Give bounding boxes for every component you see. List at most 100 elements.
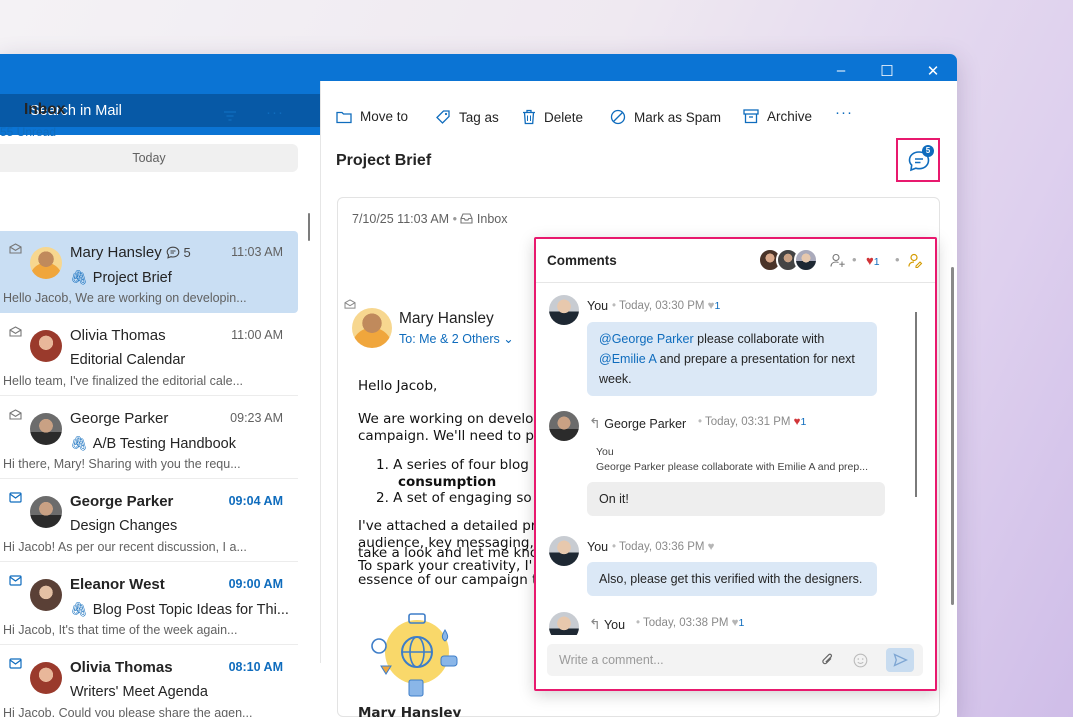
globe-illustration bbox=[371, 613, 458, 697]
preview: Hello team, I've finalized the editorial… bbox=[3, 374, 244, 388]
reply-icon: ↰ bbox=[589, 616, 601, 632]
subject: 🖇 Project Brief bbox=[70, 269, 172, 286]
comment-bubble: On it! bbox=[587, 482, 885, 516]
delete-label: Delete bbox=[544, 109, 584, 125]
comment-meta: • Today, 03:31 PM ♥1 bbox=[698, 416, 806, 428]
sender-avatar bbox=[352, 308, 392, 348]
comment-time: Today, 03:30 PM bbox=[619, 300, 705, 312]
close-icon[interactable]: ✕ bbox=[922, 62, 944, 80]
list-item-1-cont: consumption bbox=[398, 474, 497, 490]
envelope-icon[interactable] bbox=[9, 409, 22, 420]
comment-placeholder[interactable]: Write a comment... bbox=[559, 653, 664, 667]
comments-panel: Comments • ♥1 • You • Today, 03:30 PM ♥1… bbox=[534, 237, 937, 691]
received-time: 09:23 AM bbox=[230, 411, 283, 425]
tag-icon bbox=[436, 110, 450, 124]
comments-scrollbar[interactable] bbox=[915, 312, 917, 497]
comment-author-text: You bbox=[603, 618, 626, 632]
heart-icon: ♥ bbox=[866, 253, 874, 268]
list-item-1: 1. A series of four blog bbox=[376, 457, 529, 473]
comment-count-badge: 5 bbox=[922, 145, 934, 157]
preview: Hi Jacob, Could you please share the age… bbox=[3, 706, 253, 717]
subject-text: Project Brief bbox=[92, 270, 172, 286]
sender-name: George Parker bbox=[70, 410, 169, 427]
assign-person-icon[interactable] bbox=[907, 253, 923, 268]
message-date: 7/10/25 11:03 AM • Inbox bbox=[352, 212, 508, 226]
list-item[interactable]: George Parker 09:23 AM 🖇 A/B Testing Hand… bbox=[0, 397, 298, 479]
list-item[interactable]: George Parker 09:04 AM Design Changes Hi… bbox=[0, 480, 298, 562]
quoted-author: You bbox=[596, 446, 614, 458]
mention[interactable]: @George Parker bbox=[599, 332, 694, 346]
list-item-1-text: A series of four blog bbox=[393, 457, 529, 473]
reply-icon: ↰ bbox=[589, 415, 601, 431]
comment-time: Today, 03:36 PM bbox=[619, 541, 705, 553]
heart-icon[interactable]: ♥ bbox=[732, 617, 739, 629]
page-title: Project Brief bbox=[336, 152, 432, 169]
heart-icon[interactable]: ♥ bbox=[708, 300, 715, 312]
comment-time: Today, 03:38 PM bbox=[643, 617, 729, 629]
mark-spam-button[interactable]: Mark as Spam bbox=[610, 109, 721, 125]
tag-as-button[interactable]: Tag as bbox=[435, 109, 499, 125]
subject: Design Changes bbox=[70, 518, 178, 534]
envelope-icon[interactable] bbox=[9, 575, 22, 586]
mention[interactable]: @Emilie A bbox=[599, 352, 656, 366]
folder-icon bbox=[336, 111, 352, 123]
archive-icon bbox=[743, 109, 759, 124]
message-folder: Inbox bbox=[476, 212, 508, 226]
delete-button[interactable]: Delete bbox=[522, 109, 583, 125]
maximize-icon[interactable]: ☐ bbox=[876, 62, 898, 80]
subject: 🖇 A/B Testing Handbook bbox=[70, 435, 236, 452]
send-button[interactable] bbox=[886, 648, 914, 672]
subject: Editorial Calendar bbox=[70, 352, 186, 368]
archive-button[interactable]: Archive bbox=[743, 109, 812, 124]
separator-dot: • bbox=[852, 252, 857, 267]
heart-icon[interactable]: ♥ bbox=[794, 416, 801, 428]
envelope-icon[interactable] bbox=[9, 326, 22, 337]
reaction-summary[interactable]: ♥1 bbox=[866, 253, 880, 268]
toolbar-more-icon[interactable]: ··· bbox=[835, 104, 853, 121]
list-item[interactable]: Olivia Thomas 11:00 AM Editorial Calenda… bbox=[0, 314, 298, 396]
pane-splitter[interactable] bbox=[308, 213, 310, 241]
like-count: 1 bbox=[738, 617, 745, 629]
envelope-icon[interactable] bbox=[344, 299, 356, 309]
reading-scrollbar[interactable] bbox=[951, 267, 954, 605]
add-person-icon[interactable] bbox=[830, 253, 846, 268]
sender-name: Eleanor West bbox=[70, 576, 165, 593]
envelope-icon[interactable] bbox=[9, 243, 22, 254]
tag-as-label: Tag as bbox=[459, 109, 499, 125]
move-to-button[interactable]: Move to bbox=[336, 109, 408, 124]
list-more-icon[interactable]: ··· bbox=[266, 104, 284, 121]
minimize-icon[interactable]: – bbox=[830, 62, 852, 79]
comment-time: Today, 03:31 PM bbox=[705, 416, 791, 428]
signature: Mary Hansley bbox=[358, 705, 462, 717]
received-time: 09:04 AM bbox=[228, 494, 283, 508]
comment-text: Also, please get this verified with the … bbox=[599, 572, 863, 586]
comments-button[interactable] bbox=[896, 138, 940, 182]
sender-name: Olivia Thomas bbox=[70, 327, 166, 344]
move-to-label: Move to bbox=[360, 109, 409, 124]
message-sender[interactable]: Mary Hansley bbox=[399, 310, 494, 328]
recipients[interactable]: To: Me & 2 Others ⌄ bbox=[399, 331, 514, 346]
list-item[interactable]: Mary Hansley 5 11:03 AM 🖇 Project Brief H… bbox=[0, 231, 298, 313]
paragraph-line: campaign. We'll need to p bbox=[358, 428, 534, 444]
filter-icon[interactable] bbox=[223, 110, 237, 122]
paragraph-line: essence of our campaign t bbox=[358, 572, 538, 588]
folder-title: Inbox bbox=[24, 101, 66, 118]
block-icon bbox=[610, 109, 626, 125]
unread-count: 55 Unread bbox=[0, 125, 57, 139]
avatar bbox=[30, 330, 62, 362]
envelope-icon[interactable] bbox=[9, 658, 22, 669]
recipients-text: To: Me & 2 Others bbox=[399, 332, 500, 346]
preview: Hi there, Mary! Sharing with you the req… bbox=[3, 457, 241, 471]
avatar bbox=[30, 579, 62, 611]
heart-icon[interactable]: ♥ bbox=[708, 541, 715, 553]
avatar bbox=[794, 248, 818, 272]
list-item[interactable]: Olivia Thomas 08:10 AM Writers' Meet Age… bbox=[0, 646, 298, 717]
comment-input[interactable]: Write a comment... bbox=[547, 644, 923, 676]
emoji-icon[interactable] bbox=[853, 653, 868, 668]
separator-dot: • bbox=[636, 617, 644, 629]
preview: Hi Jacob! As per our recent discussion, … bbox=[3, 540, 247, 554]
envelope-icon[interactable] bbox=[9, 492, 22, 503]
separator-dot: • bbox=[895, 252, 900, 267]
attach-icon[interactable] bbox=[821, 653, 835, 668]
list-item[interactable]: Eleanor West 09:00 AM 🖇 Blog Post Topic I… bbox=[0, 563, 298, 645]
